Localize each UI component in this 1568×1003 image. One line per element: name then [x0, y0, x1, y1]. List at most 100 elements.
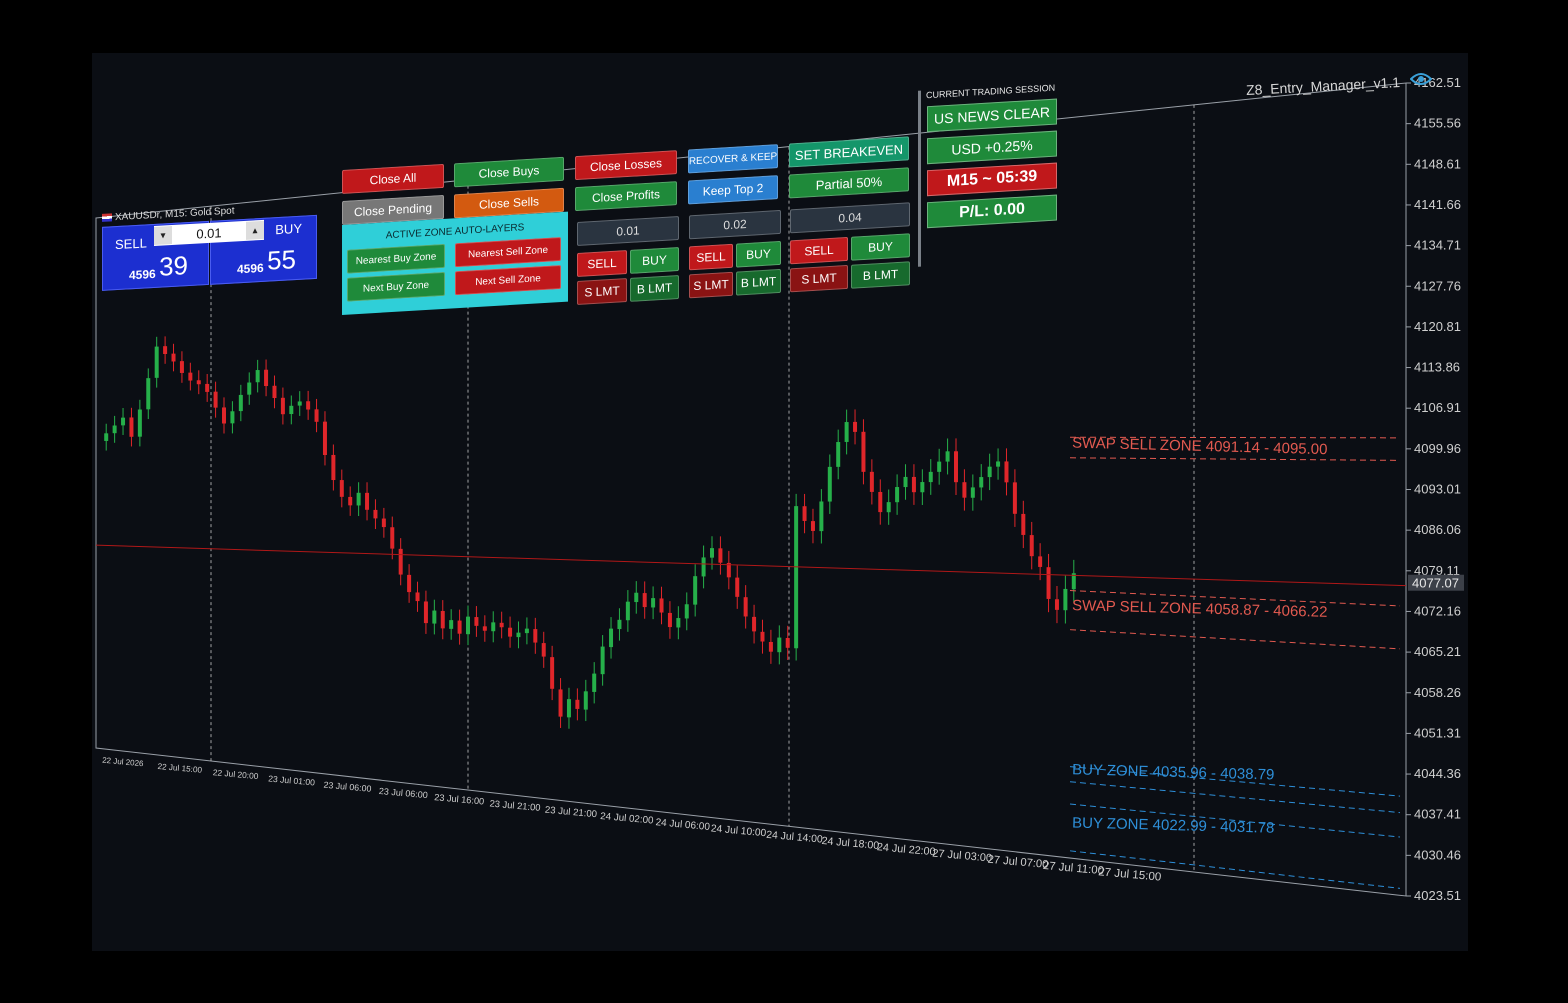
- partial-close-button[interactable]: Partial 50%: [789, 167, 909, 199]
- bull-candle: [154, 346, 159, 378]
- bear-candle: [659, 598, 664, 613]
- x-tick-label: 27 Jul 07:00: [987, 854, 1049, 871]
- bull-candle: [701, 557, 706, 577]
- lot-3-buy-button[interactable]: BUY: [851, 233, 910, 261]
- buy-label: BUY: [275, 220, 302, 238]
- bull-candle: [592, 673, 597, 692]
- x-tick-label: 24 Jul 10:00: [710, 823, 767, 839]
- bear-candle: [171, 353, 176, 362]
- bear-candle: [558, 689, 563, 717]
- bull-candle: [827, 466, 832, 502]
- zone-label: SWAP SELL ZONE 4091.14 - 4095.00: [1072, 435, 1328, 459]
- close-profits-button[interactable]: Close Profits: [575, 181, 677, 212]
- lot-2-sell-button[interactable]: SELL: [689, 243, 733, 271]
- bull-candle: [137, 409, 142, 437]
- lot-3-sell-button[interactable]: SELL: [790, 236, 848, 265]
- bear-candle: [440, 610, 445, 629]
- next-buy-zone-button[interactable]: Next Buy Zone: [347, 271, 445, 302]
- bear-candle: [423, 601, 428, 624]
- lot-3-sell-limit-button[interactable]: S LMT: [790, 264, 848, 293]
- zone-label: BUY ZONE 4022.99 - 4031.78: [1072, 814, 1275, 836]
- close-losses-button[interactable]: Close Losses: [575, 150, 677, 181]
- set-breakeven-button[interactable]: SET BREAKEVEN: [789, 136, 909, 168]
- bear-candle: [306, 401, 311, 410]
- bear-candle: [735, 577, 740, 597]
- lot-1-sell-button[interactable]: SELL: [577, 250, 627, 278]
- y-tick-label: 4086.06: [1414, 522, 1461, 537]
- lot-1-sell-limit-button[interactable]: S LMT: [577, 278, 627, 306]
- bull-candle: [794, 506, 799, 649]
- buy-price-major: 4596: [237, 260, 264, 277]
- close-all-button[interactable]: Close All: [342, 163, 444, 194]
- bear-candle: [541, 643, 546, 657]
- y-tick-label: 4148.61: [1414, 156, 1461, 171]
- y-tick-label: 4127.76: [1414, 278, 1461, 293]
- bear-candle: [331, 454, 336, 481]
- entry-manager-panel: Close All Close Pending Close Buys Close…: [342, 82, 1072, 365]
- zone-boundary: [1069, 457, 1401, 461]
- x-tick-label: 23 Jul 06:00: [323, 780, 372, 794]
- lot-2-field[interactable]: 0.02: [689, 209, 781, 240]
- bull-candle: [836, 442, 841, 467]
- recover-keep-button[interactable]: RECOVER & KEEP: [688, 144, 778, 174]
- zone-label: SWAP SELL ZONE 4058.87 - 4066.22: [1072, 597, 1328, 621]
- bear-candle: [718, 548, 723, 563]
- y-tick-label: 4093.01: [1414, 482, 1461, 497]
- bull-candle: [895, 487, 900, 503]
- sell-label: SELL: [115, 235, 147, 253]
- bear-candle: [322, 421, 327, 455]
- bull-candle: [230, 411, 235, 424]
- x-tick-label: 24 Jul 02:00: [600, 811, 655, 827]
- zone-boundary: [1069, 781, 1401, 814]
- x-tick-label: 24 Jul 14:00: [766, 830, 824, 846]
- y-tick-label: 4141.66: [1414, 197, 1461, 212]
- nearest-sell-zone-button[interactable]: Nearest Sell Zone: [455, 236, 561, 268]
- bear-candle: [667, 612, 672, 628]
- y-tick-label: 4058.26: [1414, 685, 1461, 700]
- lot-2-buy-button[interactable]: BUY: [736, 240, 781, 268]
- bear-candle: [760, 631, 765, 642]
- bull-candle: [617, 619, 622, 630]
- candle-timer-badge: M15 ~ 05:39: [927, 162, 1057, 197]
- y-tick-label: 4106.91: [1414, 400, 1461, 415]
- bull-candle: [928, 471, 933, 483]
- bear-candle: [550, 657, 555, 689]
- news-status-badge: US NEWS CLEAR: [927, 98, 1057, 133]
- x-tick-label: 27 Jul 11:00: [1042, 860, 1104, 877]
- eye-icon[interactable]: [1410, 71, 1432, 87]
- bear-candle: [1004, 461, 1009, 483]
- bull-candle: [844, 422, 849, 442]
- lot-2-buy-limit-button[interactable]: B LMT: [736, 268, 781, 296]
- bull-candle: [104, 433, 109, 441]
- keep-top-button[interactable]: Keep Top 2: [688, 175, 778, 205]
- bull-candle: [970, 487, 975, 498]
- y-tick-label: 4113.86: [1414, 360, 1460, 375]
- close-buys-button[interactable]: Close Buys: [454, 156, 564, 188]
- lot-value[interactable]: 0.01: [172, 223, 246, 242]
- lot-3-buy-limit-button[interactable]: B LMT: [851, 261, 910, 289]
- bull-candle: [987, 466, 992, 478]
- lot-1-buy-button[interactable]: BUY: [630, 246, 679, 274]
- lot-2-sell-limit-button[interactable]: S LMT: [689, 271, 733, 299]
- lot-decrease-icon[interactable]: ▾: [154, 225, 172, 245]
- lot-1-buy-limit-button[interactable]: B LMT: [630, 274, 679, 302]
- bull-candle: [466, 616, 470, 635]
- bear-candle: [482, 626, 487, 631]
- chart-window[interactable]: 4162.51 4155.56 4148.61 4141.66 4134.71 4127.…: [92, 53, 1468, 951]
- next-sell-zone-button[interactable]: Next Sell Zone: [455, 264, 561, 296]
- nearest-buy-zone-button[interactable]: Nearest Buy Zone: [347, 243, 445, 274]
- current-price-label: 4077.07: [1412, 576, 1459, 591]
- x-tick-label: 22 Jul 2026: [102, 756, 145, 769]
- bull-candle: [289, 405, 294, 415]
- lot-1-field[interactable]: 0.01: [577, 215, 679, 247]
- bear-candle: [373, 509, 378, 519]
- bull-candle: [937, 461, 942, 472]
- x-tick-label: 23 Jul 21:00: [489, 797, 541, 812]
- bull-candle: [491, 622, 496, 632]
- lot-increase-icon[interactable]: ▴: [246, 220, 264, 240]
- bull-candle: [651, 598, 656, 608]
- lot-3-field[interactable]: 0.04: [790, 202, 910, 234]
- bull-candle: [684, 604, 689, 619]
- bull-candle: [903, 476, 908, 488]
- bull-candle: [516, 632, 521, 638]
